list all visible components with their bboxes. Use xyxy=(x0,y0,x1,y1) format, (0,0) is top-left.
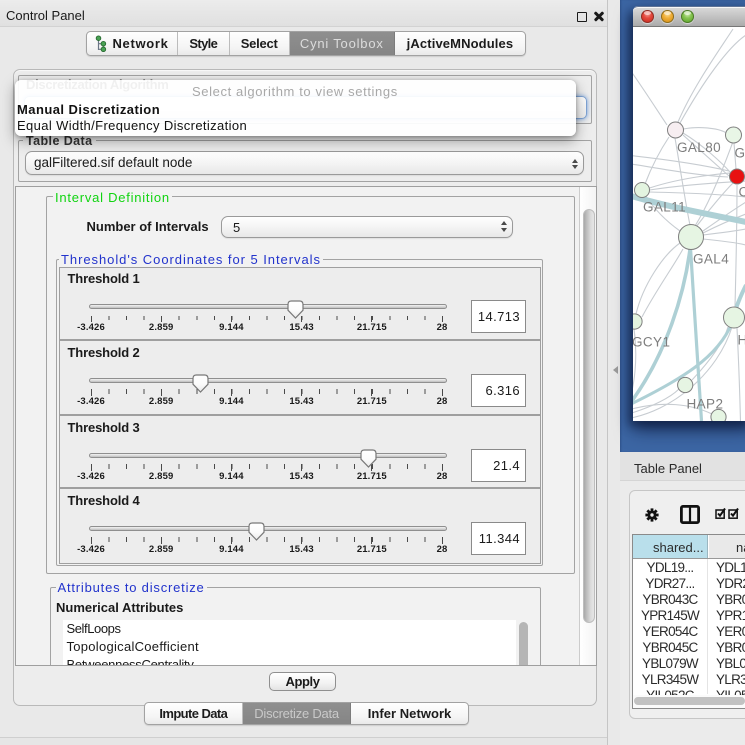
svg-text:GAL4: GAL4 xyxy=(693,252,729,267)
svg-text:C: C xyxy=(738,185,745,200)
svg-text:GA: GA xyxy=(734,146,745,161)
svg-text:GAL80: GAL80 xyxy=(677,140,721,155)
svg-text:GAL11: GAL11 xyxy=(643,200,686,215)
svg-text:H: H xyxy=(737,333,745,348)
svg-text:GCY1: GCY1 xyxy=(633,335,670,350)
svg-text:HAP2: HAP2 xyxy=(686,397,723,412)
